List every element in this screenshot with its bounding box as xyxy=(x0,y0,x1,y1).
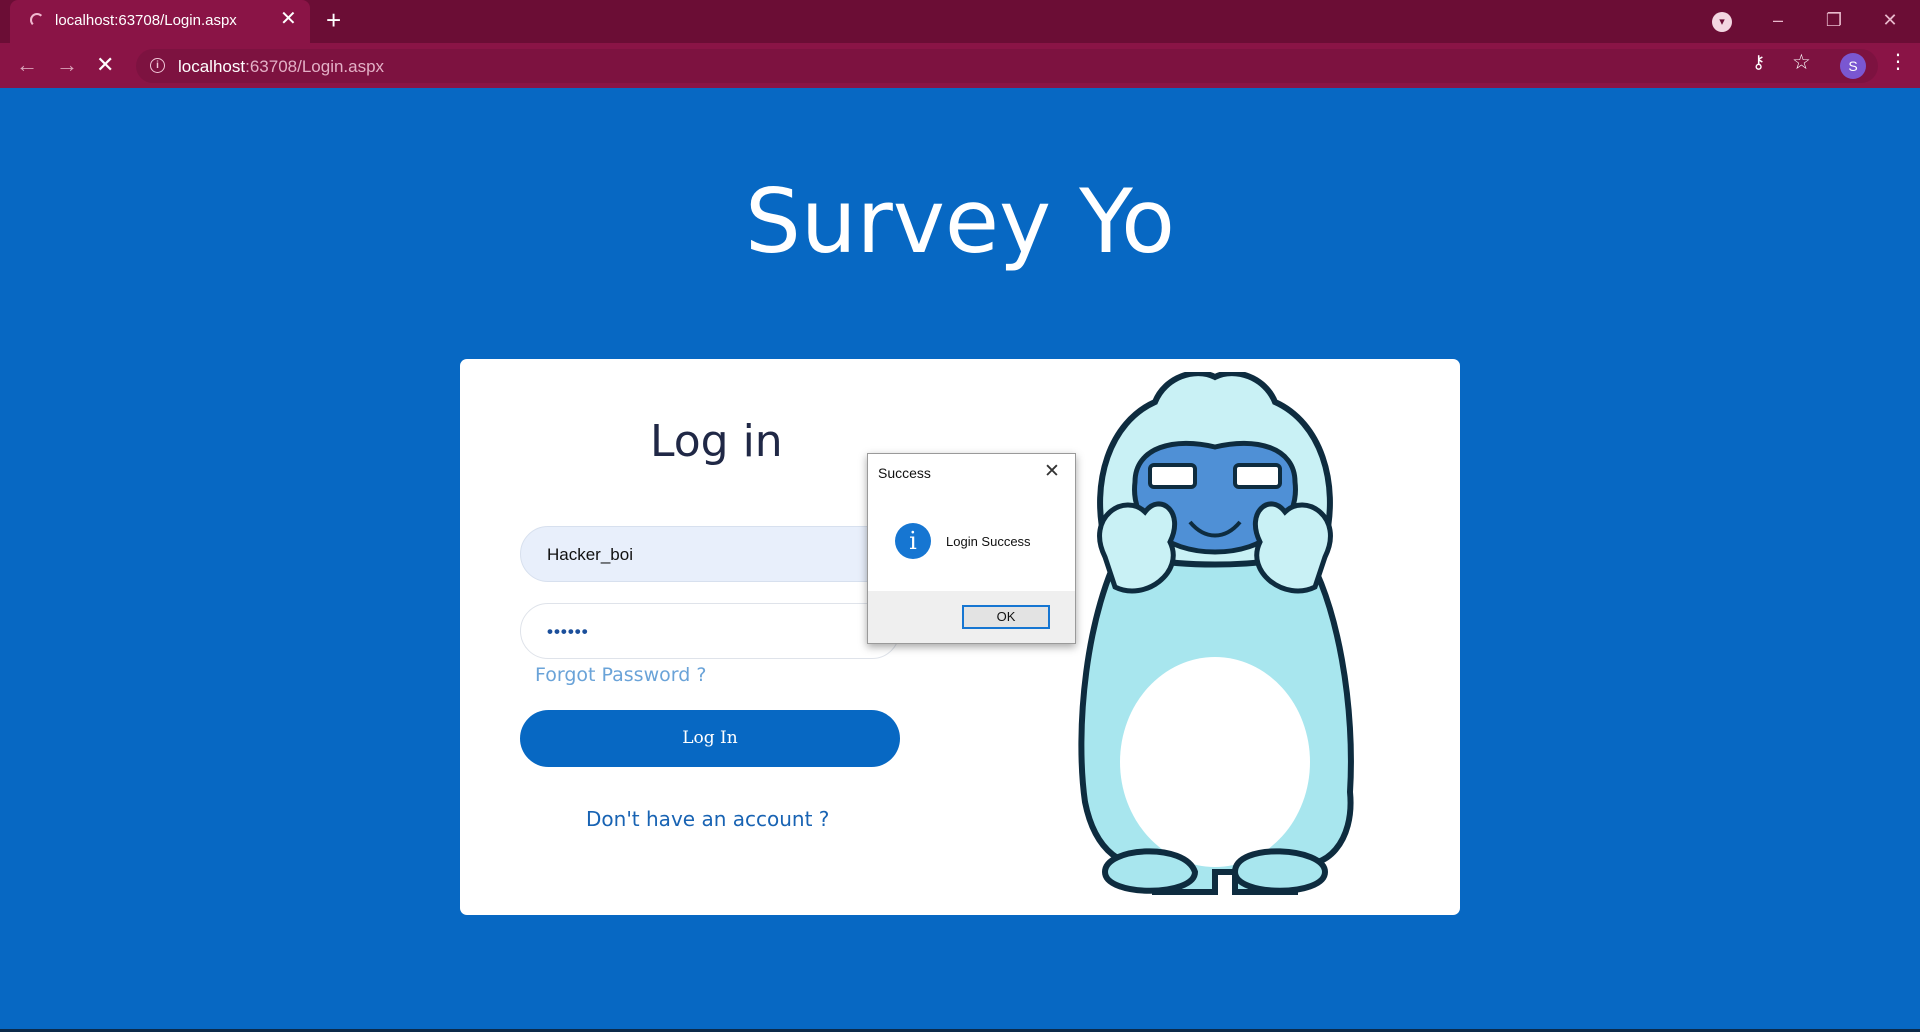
info-icon: i xyxy=(895,523,931,559)
window-close-icon[interactable]: ✕ xyxy=(1862,0,1918,43)
star-icon[interactable]: ☆ xyxy=(1792,50,1811,75)
success-dialog: Success ✕ i Login Success OK xyxy=(867,453,1076,644)
address-bar[interactable]: i localhost:63708/Login.aspx xyxy=(136,49,1878,83)
address-url: localhost:63708/Login.aspx xyxy=(178,57,385,76)
key-icon[interactable]: ⚷ xyxy=(1752,52,1765,73)
login-button[interactable]: Log In xyxy=(520,710,900,767)
signup-link[interactable]: Don't have an account ? xyxy=(586,807,829,831)
dialog-message: Login Success xyxy=(946,534,1031,549)
page-title: Survey Yo xyxy=(745,170,1175,273)
yeti-mascot xyxy=(1078,372,1354,895)
profile-avatar[interactable]: S xyxy=(1840,53,1866,79)
forgot-password-link[interactable]: Forgot Password ? xyxy=(535,664,706,686)
password-input[interactable]: •••••• xyxy=(520,603,900,659)
tab-title: localhost:63708/Login.aspx xyxy=(55,12,237,29)
site-info-icon[interactable]: i xyxy=(150,58,165,73)
dialog-title: Success xyxy=(878,465,931,481)
username-input[interactable]: Hacker_boi xyxy=(520,526,900,582)
restore-icon[interactable]: ❐ xyxy=(1806,0,1862,43)
tab-search-icon[interactable]: ▾ xyxy=(1712,12,1732,32)
login-heading: Log in xyxy=(650,416,783,467)
menu-icon[interactable]: ⋮ xyxy=(1888,52,1908,72)
ok-button[interactable]: OK xyxy=(962,605,1050,629)
tab-close-icon[interactable]: ✕ xyxy=(280,9,297,29)
new-tab-plus-icon[interactable]: + xyxy=(326,7,341,33)
browser-toolbar: ← → ✕ i localhost:63708/Login.aspx xyxy=(0,43,1920,88)
back-icon[interactable]: ← xyxy=(16,53,38,77)
forward-icon[interactable]: → xyxy=(56,53,78,77)
minimize-icon[interactable]: – xyxy=(1750,0,1806,43)
dialog-close-icon[interactable]: ✕ xyxy=(1044,460,1060,483)
stop-icon[interactable]: ✕ xyxy=(96,53,114,77)
browser-tab[interactable]: localhost:63708/Login.aspx ✕ xyxy=(10,0,310,43)
loading-spinner-icon xyxy=(30,13,44,27)
browser-tabstrip: localhost:63708/Login.aspx ✕ + ▾ – ❐ ✕ xyxy=(0,0,1920,43)
